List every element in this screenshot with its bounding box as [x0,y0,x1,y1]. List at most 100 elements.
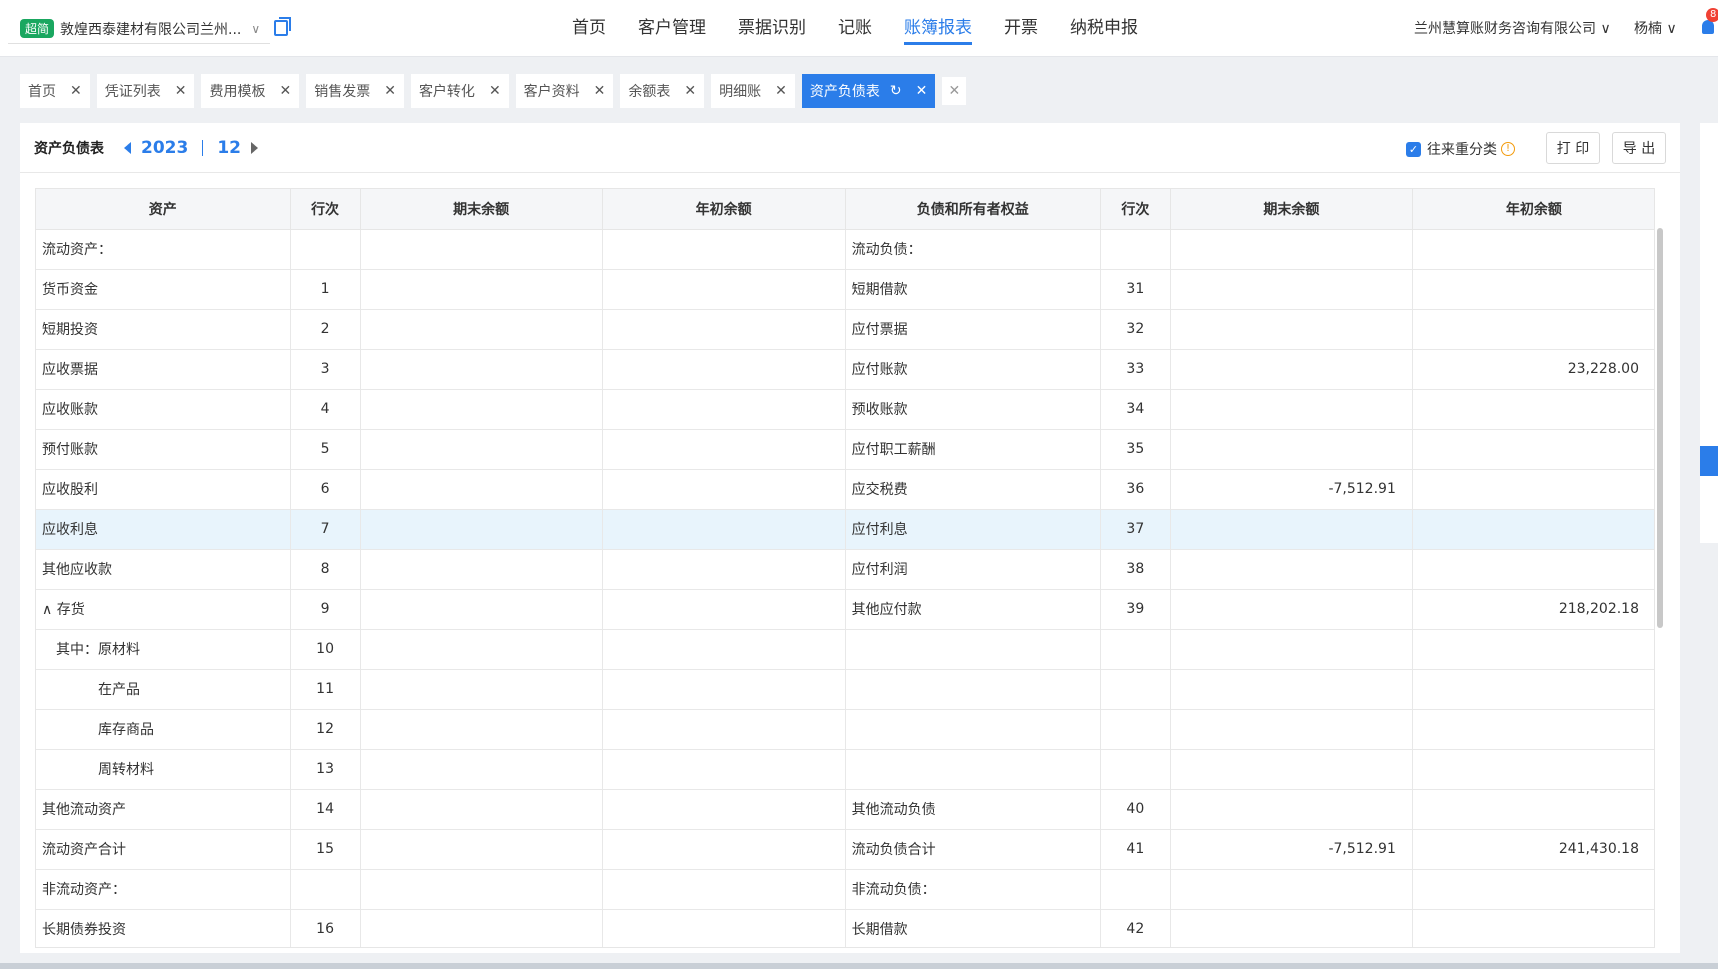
table-cell[interactable] [602,349,846,390]
table-cell[interactable] [1412,669,1654,710]
table-cell[interactable] [1170,549,1413,590]
table-cell[interactable] [360,589,603,630]
table-cell[interactable]: -7,512.91 [1170,469,1413,510]
table-cell[interactable]: 241,430.18 [1412,829,1654,870]
nav-item-5[interactable]: 开票 [988,0,1054,57]
close-icon[interactable]: ✕ [384,83,396,99]
table-cell[interactable] [1170,629,1413,670]
table-cell[interactable] [360,269,603,310]
tab-3[interactable]: 销售发票 ✕ [306,74,404,108]
table-cell[interactable] [1170,309,1413,350]
table-cell[interactable] [602,629,846,670]
table-cell[interactable] [1412,389,1654,430]
table-row[interactable]: 其他流动资产 14 其他流动负债 40 [36,789,1654,830]
table-cell[interactable] [1170,509,1413,550]
table-cell[interactable] [1412,789,1654,830]
table-cell[interactable] [1170,869,1413,910]
org-selector[interactable]: 兰州慧算账财务咨询有限公司 ∨ [1414,18,1611,38]
table-cell[interactable] [1412,509,1654,550]
table-cell[interactable] [1412,309,1654,350]
close-icon[interactable]: ✕ [489,83,501,99]
tab-6[interactable]: 余额表 ✕ [620,74,705,108]
table-cell[interactable] [1412,709,1654,750]
table-row[interactable]: 其他应收款 8 应付利润 38 [36,549,1654,590]
table-cell[interactable] [1412,629,1654,670]
table-cell[interactable]: 23,228.00 [1412,349,1654,390]
table-row[interactable]: 应收股利 6 应交税费 36 -7,512.91 [36,469,1654,510]
table-cell[interactable] [1412,909,1654,947]
nav-item-2[interactable]: 票据识别 [722,0,822,57]
table-cell[interactable] [602,749,846,790]
table-cell[interactable] [1412,429,1654,470]
next-period-icon[interactable] [251,141,258,154]
close-icon[interactable]: ✕ [175,83,187,99]
table-cell[interactable] [602,229,846,270]
close-all-tabs-icon[interactable]: ✕ [942,77,967,105]
print-button[interactable]: 打 印 [1546,132,1600,164]
table-row[interactable]: ∧ 存货 9 其他应付款 39 218,202.18 [36,589,1654,630]
info-icon[interactable]: ! [1501,142,1515,156]
table-cell[interactable] [602,309,846,350]
table-cell[interactable] [1170,429,1413,470]
table-cell[interactable] [360,709,603,750]
table-row[interactable]: 长期债券投资 16 长期借款 42 [36,909,1654,947]
table-cell[interactable] [602,509,846,550]
table-cell[interactable] [360,429,603,470]
refresh-icon[interactable]: ↻ [890,83,902,99]
table-cell[interactable] [602,909,846,947]
table-cell[interactable] [360,309,603,350]
table-cell[interactable] [602,549,846,590]
nav-item-3[interactable]: 记账 [822,0,888,57]
table-row[interactable]: 在产品 11 [36,669,1654,710]
table-row[interactable]: 非流动资产： 非流动负债： [36,869,1654,910]
tab-1[interactable]: 凭证列表 ✕ [96,74,195,108]
month-selector[interactable]: 12 [217,138,241,158]
table-row[interactable]: 周转材料 13 [36,749,1654,790]
tab-7[interactable]: 明细账 ✕ [711,74,795,108]
table-cell[interactable] [360,349,603,390]
reclass-toggle[interactable]: ✓ 往来重分类 ! [1406,139,1515,159]
table-row[interactable]: 预付账款 5 应付职工薪酬 35 [36,429,1654,470]
table-row[interactable]: 短期投资 2 应付票据 32 [36,309,1654,350]
close-icon[interactable]: ✕ [279,83,291,99]
bell-icon[interactable] [1702,20,1714,34]
table-cell[interactable] [1170,589,1413,630]
checkbox-checked-icon[interactable]: ✓ [1406,141,1421,157]
table-cell[interactable] [1170,789,1413,830]
table-cell[interactable] [1412,469,1654,510]
table-row[interactable]: 应收账款 4 预收账款 34 [36,389,1654,430]
vertical-scrollbar[interactable] [1657,228,1663,628]
table-cell[interactable] [602,269,846,310]
table-cell[interactable] [360,469,603,510]
table-cell[interactable] [1170,389,1413,430]
export-button[interactable]: 导 出 [1612,132,1666,164]
table-cell[interactable] [602,789,846,830]
tab-8[interactable]: 资产负债表 ↻ ✕ [801,74,936,108]
table-cell[interactable] [602,709,846,750]
table-cell[interactable] [602,389,846,430]
table-row[interactable]: 流动资产合计 15 流动负债合计 41 -7,512.91 241,430.18 [36,829,1654,870]
nav-item-1[interactable]: 客户管理 [622,0,722,57]
table-cell[interactable] [1170,349,1413,390]
close-icon[interactable]: ✕ [916,83,928,99]
table-cell[interactable] [602,829,846,870]
table-cell[interactable] [360,669,603,710]
table-cell[interactable] [360,829,603,870]
table-row[interactable]: 流动资产： 流动负债： [36,229,1654,270]
user-menu[interactable]: 杨楠 ∨ [1634,18,1677,38]
table-cell[interactable] [602,429,846,470]
table-cell[interactable] [360,549,603,590]
table-row[interactable]: 应收票据 3 应付账款 33 23,228.00 [36,349,1654,390]
table-cell[interactable] [602,469,846,510]
table-cell[interactable] [602,589,846,630]
table-cell[interactable] [1170,749,1413,790]
table-cell[interactable] [602,869,846,910]
table-cell[interactable] [1412,229,1654,270]
prev-period-icon[interactable] [124,141,131,154]
table-cell[interactable]: 218,202.18 [1412,589,1654,630]
table-cell[interactable] [360,629,603,670]
nav-item-6[interactable]: 纳税申报 [1054,0,1154,57]
table-cell[interactable] [360,229,603,270]
table-cell[interactable] [360,789,603,830]
table-cell[interactable] [1412,549,1654,590]
